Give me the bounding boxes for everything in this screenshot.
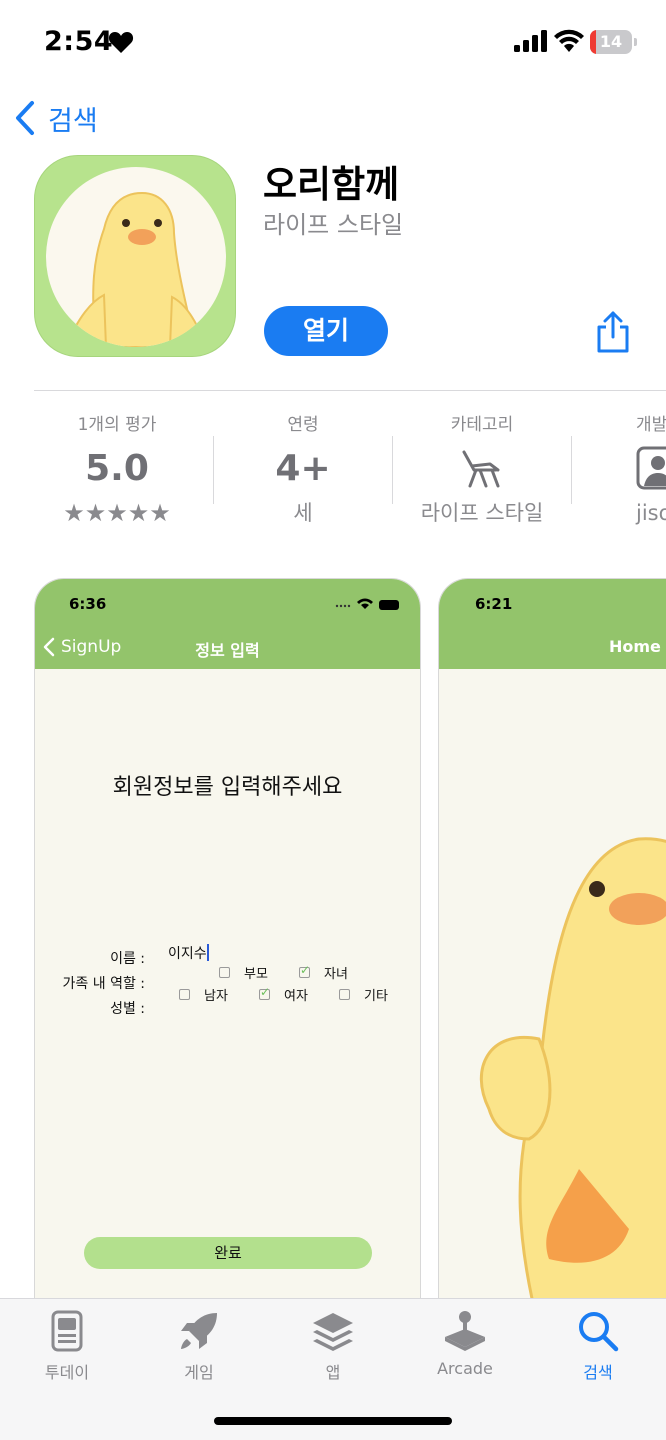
age-value: 4+ [275,448,331,489]
name-label: 이름 : [110,951,145,967]
back-button[interactable]: 검색 [14,98,98,138]
tab-label: 앱 [325,1363,341,1382]
gender-option-female: 여자 [259,985,308,1004]
home-indicator[interactable] [214,1417,452,1425]
screenshot-heading: 회원정보를 입력해주세요 [112,775,343,800]
lounge-chair-icon [462,450,500,488]
tab-arcade[interactable]: Arcade [410,1309,520,1378]
checkbox [339,989,350,1000]
joystick-icon [445,1311,485,1351]
checkbox [219,967,230,978]
screenshot-status-icons [335,598,399,610]
app-category: 라이프 스타일 [263,211,404,239]
name-field: 이지수 [168,944,209,962]
age-sub: 세 [293,501,313,525]
checkbox [299,963,310,978]
info-age[interactable]: 연령 4+ 세 [214,410,392,528]
tab-label: 투데이 [44,1363,90,1382]
tab-today[interactable]: 투데이 [12,1309,122,1383]
developer-sub: jisoo [636,501,666,525]
ratings-label: 1개의 평가 [77,415,157,435]
category-label: 카테고리 [450,415,514,435]
heart-icon [108,32,134,53]
tab-label: 검색 [583,1363,613,1382]
today-icon [51,1310,83,1352]
rating-value: 5.0 [85,448,149,489]
category-sub: 라이프 스타일 [420,501,544,525]
role-option-child: 자녀 [299,963,348,982]
checkbox [179,989,190,1000]
cellular-signal-icon [514,30,547,52]
battery-icon: 14 [590,30,638,54]
checkbox [259,985,270,1000]
search-icon [579,1312,619,1352]
tab-search[interactable]: 검색 [543,1309,653,1383]
back-label: 검색 [48,105,98,137]
info-category[interactable]: 카테고리 라이프 스타일 [393,410,571,528]
star-rating-icon: ★★★★★ [63,499,171,527]
battery-percent: 14 [599,32,623,51]
open-button[interactable]: 열기 [264,306,388,356]
layers-icon [313,1313,353,1351]
status-time: 2:54 [44,26,114,57]
app-icon [34,155,236,357]
screenshot-time: 6:36 [69,595,107,613]
role-label: 가족 내 역할 : [62,976,145,992]
role-option-parent: 부모 [219,963,268,982]
screenshot-title: 정보 입력 [195,641,260,660]
tab-games[interactable]: 게임 [144,1309,254,1383]
screenshot-time: 6:21 [475,595,513,613]
app-name: 오리함께 [263,163,400,206]
share-icon[interactable] [594,310,632,354]
gender-label: 성별 : [110,1001,145,1017]
rocket-icon [181,1313,217,1349]
developer-label: 개발 [636,415,666,435]
chevron-left-icon [16,101,34,135]
wifi-icon [554,29,584,52]
tab-apps[interactable]: 앱 [278,1309,388,1383]
screenshot-title: Home [609,637,661,656]
screenshot-preview-1[interactable]: 6:36 SignUp 정보 입력 회원정보를 입력해주세요 이름 : 이지수 … [34,578,421,1338]
info-developer[interactable]: 개발 jisoo [572,410,666,528]
duck-illustration [64,191,208,347]
duck-illustration [479,837,666,1329]
developer-avatar-icon [636,446,666,490]
age-label: 연령 [287,415,319,435]
tab-label: 게임 [184,1363,214,1382]
done-button: 완료 [84,1237,372,1269]
header-divider [34,390,666,391]
screenshot-preview-2[interactable]: 6:21 Home [438,578,666,1338]
status-bar: 2:54 14 [0,0,666,86]
tab-label: Arcade [437,1359,493,1378]
gender-option-male: 남자 [179,985,228,1004]
info-ratings[interactable]: 1개의 평가 5.0 ★★★★★ [28,410,206,528]
gender-option-other: 기타 [339,985,388,1004]
